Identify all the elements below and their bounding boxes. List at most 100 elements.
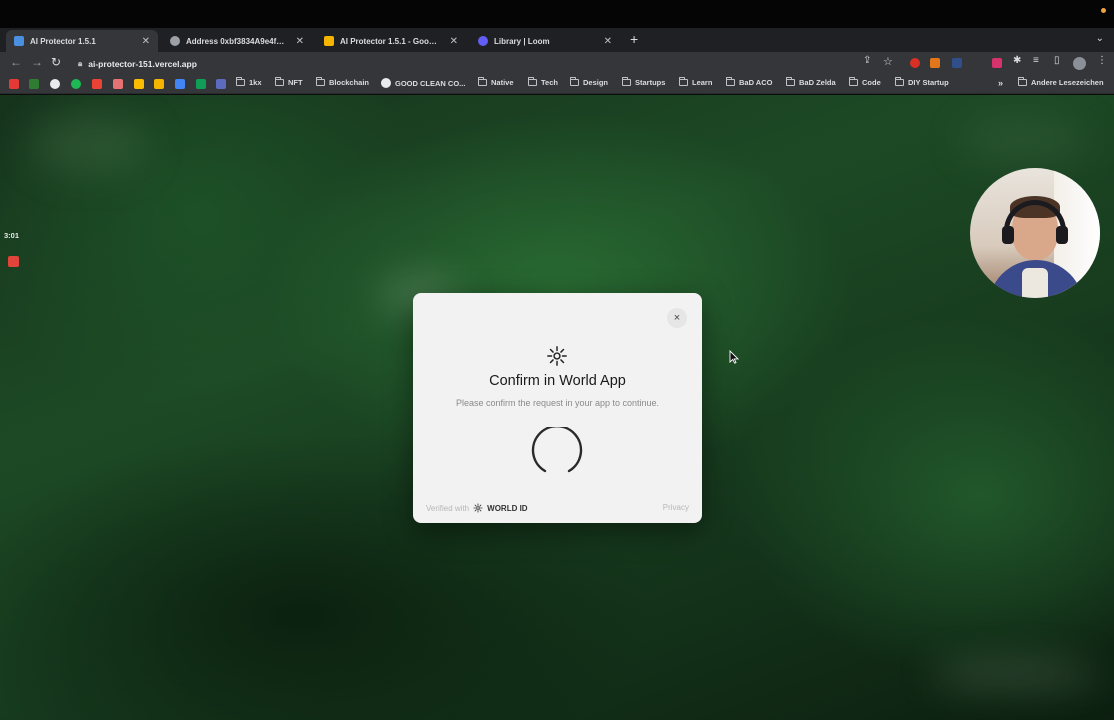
folder-icon bbox=[849, 77, 858, 86]
tab-label: AI Protector 1.5.1 bbox=[30, 36, 96, 46]
google-slides-icon bbox=[324, 36, 334, 46]
headset-cup bbox=[1002, 226, 1014, 244]
bookmark-folder-nft[interactable]: NFT bbox=[275, 77, 303, 87]
back-arrow-icon[interactable]: ← bbox=[10, 55, 22, 69]
bookmark-folder-design[interactable]: Design bbox=[570, 77, 608, 87]
folder-icon bbox=[726, 77, 735, 86]
google-keep-icon[interactable] bbox=[134, 79, 144, 89]
tab-loom-library[interactable]: Library | Loom ✕ bbox=[470, 30, 620, 52]
bookmark-label: Blockchain bbox=[329, 78, 370, 87]
lock-icon: 🔒︎ bbox=[78, 58, 83, 68]
bookmarks-overflow-button[interactable]: » bbox=[998, 78, 1003, 88]
tab-search-chevron-icon[interactable]: ⌄ bbox=[1096, 33, 1104, 44]
bookmark-app-icon[interactable] bbox=[29, 79, 39, 89]
webcam-person-shirt bbox=[1022, 268, 1048, 298]
stop-recording-button[interactable] bbox=[8, 256, 19, 267]
privacy-link[interactable]: Privacy bbox=[663, 503, 689, 512]
world-app-icon bbox=[547, 346, 567, 366]
etherscan-icon bbox=[170, 36, 180, 46]
tab-ai-protector[interactable]: AI Protector 1.5.1 ✕ bbox=[6, 30, 158, 52]
folder-icon bbox=[679, 77, 688, 86]
close-modal-button[interactable]: × bbox=[667, 308, 687, 328]
bookmark-folder-startups[interactable]: Startups bbox=[622, 77, 666, 87]
bookmark-folder-1kx[interactable]: 1kx bbox=[236, 77, 262, 87]
youtube-icon[interactable] bbox=[9, 79, 19, 89]
blurred-logo bbox=[30, 115, 150, 175]
google-docs-icon[interactable] bbox=[175, 79, 185, 89]
bookmark-label: Startups bbox=[635, 78, 666, 87]
bookmark-label: 1kx bbox=[249, 78, 262, 87]
google-slides-icon[interactable] bbox=[154, 79, 164, 89]
bookmark-label: GOOD CLEAN CO... bbox=[395, 78, 466, 88]
spotify-icon[interactable] bbox=[71, 79, 81, 89]
bookmark-folder-diy-startup[interactable]: DIY Startup bbox=[895, 77, 949, 87]
side-panel-icon[interactable]: ▯ bbox=[1054, 55, 1060, 66]
close-tab-icon[interactable]: ✕ bbox=[296, 36, 304, 47]
forward-arrow-icon[interactable]: → bbox=[31, 55, 43, 69]
recording-indicator bbox=[1101, 8, 1106, 13]
reload-icon[interactable]: ↻ bbox=[51, 55, 61, 69]
profile-avatar-icon[interactable] bbox=[1073, 57, 1086, 70]
bookmark-star-icon[interactable]: ☆ bbox=[883, 55, 893, 68]
close-tab-icon[interactable]: ✕ bbox=[604, 36, 612, 47]
extensions-puzzle-icon[interactable]: ✱ bbox=[1013, 55, 1021, 66]
bookmark-label: Andere Lesezeichen bbox=[1031, 78, 1104, 87]
bookmark-folder-native[interactable]: Native bbox=[478, 77, 514, 87]
bookmark-folder-code[interactable]: Code bbox=[849, 77, 881, 87]
new-tab-button[interactable]: + bbox=[630, 31, 638, 47]
blurred-button bbox=[930, 660, 1100, 690]
bookmark-folder-learn[interactable]: Learn bbox=[679, 77, 713, 87]
bookmark-blue-icon[interactable] bbox=[216, 79, 226, 89]
address-toolbar: ← → ↻ 🔒︎ ai-protector-151.vercel.app ⇪ ☆… bbox=[0, 52, 1114, 74]
gmail-icon[interactable] bbox=[92, 79, 102, 89]
world-id-logo-icon bbox=[473, 503, 483, 513]
bookmarks-bar: 1kx NFT Blockchain GOOD CLEAN CO... Nati… bbox=[0, 74, 1114, 94]
folder-icon bbox=[528, 77, 537, 86]
extension-pink-icon[interactable] bbox=[992, 58, 1002, 68]
loading-spinner-icon bbox=[531, 427, 583, 473]
bookmark-label: Learn bbox=[692, 78, 713, 87]
tab-google-slides[interactable]: AI Protector 1.5.1 - Google Slid ✕ bbox=[316, 30, 466, 52]
tab-address[interactable]: Address 0xbf3834A9e4ff863 ✕ bbox=[162, 30, 312, 52]
extension-blue-icon[interactable] bbox=[952, 58, 962, 68]
share-icon[interactable]: ⇪ bbox=[863, 55, 871, 66]
recording-timer: 3:01 bbox=[4, 231, 20, 240]
browser-menu-icon[interactable]: ⋮ bbox=[1097, 55, 1107, 66]
bookmark-folder-tech[interactable]: Tech bbox=[528, 77, 558, 87]
github-icon[interactable] bbox=[50, 79, 60, 89]
media-queue-icon[interactable]: ≡ bbox=[1033, 55, 1039, 66]
folder-icon bbox=[275, 77, 284, 86]
folder-icon bbox=[895, 77, 904, 86]
close-tab-icon[interactable]: ✕ bbox=[450, 36, 458, 47]
bookmark-label: BaD Zelda bbox=[799, 78, 836, 87]
bookmark-folder-blockchain[interactable]: Blockchain bbox=[316, 77, 370, 87]
other-bookmarks-folder[interactable]: Andere Lesezeichen bbox=[1018, 77, 1104, 87]
address-bar[interactable]: 🔒︎ ai-protector-151.vercel.app bbox=[72, 55, 852, 72]
modal-title: Confirm in World App bbox=[489, 373, 626, 389]
world-id-modal: × Confirm in World App Please confirm th… bbox=[413, 293, 702, 523]
headset-cup bbox=[1056, 226, 1068, 244]
folder-icon bbox=[1018, 77, 1027, 86]
github-icon bbox=[381, 78, 391, 88]
tab-strip: AI Protector 1.5.1 ✕ Address 0xbf3834A9e… bbox=[0, 28, 1114, 52]
metamask-icon[interactable] bbox=[930, 58, 940, 68]
bookmark-folder-bad-aco[interactable]: BaD ACO bbox=[726, 77, 772, 87]
tab-label: AI Protector 1.5.1 - Google Slid bbox=[340, 36, 440, 46]
modal-subtitle: Please confirm the request in your app t… bbox=[455, 398, 660, 408]
bookmark-label: DIY Startup bbox=[908, 78, 949, 87]
bookmark-label: Tech bbox=[541, 78, 558, 87]
loom-icon bbox=[478, 36, 488, 46]
tab-label: Address 0xbf3834A9e4ff863 bbox=[186, 36, 286, 46]
bookmark-good-clean-co[interactable]: GOOD CLEAN CO... bbox=[381, 78, 465, 88]
blurred-element bbox=[960, 115, 1090, 165]
url-text: ai-protector-151.vercel.app bbox=[88, 58, 197, 69]
bookmark-m-icon[interactable] bbox=[113, 79, 123, 89]
google-sheets-icon[interactable] bbox=[196, 79, 206, 89]
close-tab-icon[interactable]: ✕ bbox=[142, 36, 150, 47]
tab-favicon-icon bbox=[14, 36, 24, 46]
webcam-bubble[interactable] bbox=[970, 168, 1100, 298]
bookmark-folder-bad-zelda[interactable]: BaD Zelda bbox=[786, 77, 836, 87]
folder-icon bbox=[316, 77, 325, 86]
folder-icon bbox=[622, 77, 631, 86]
extension-red-icon[interactable] bbox=[910, 58, 920, 68]
